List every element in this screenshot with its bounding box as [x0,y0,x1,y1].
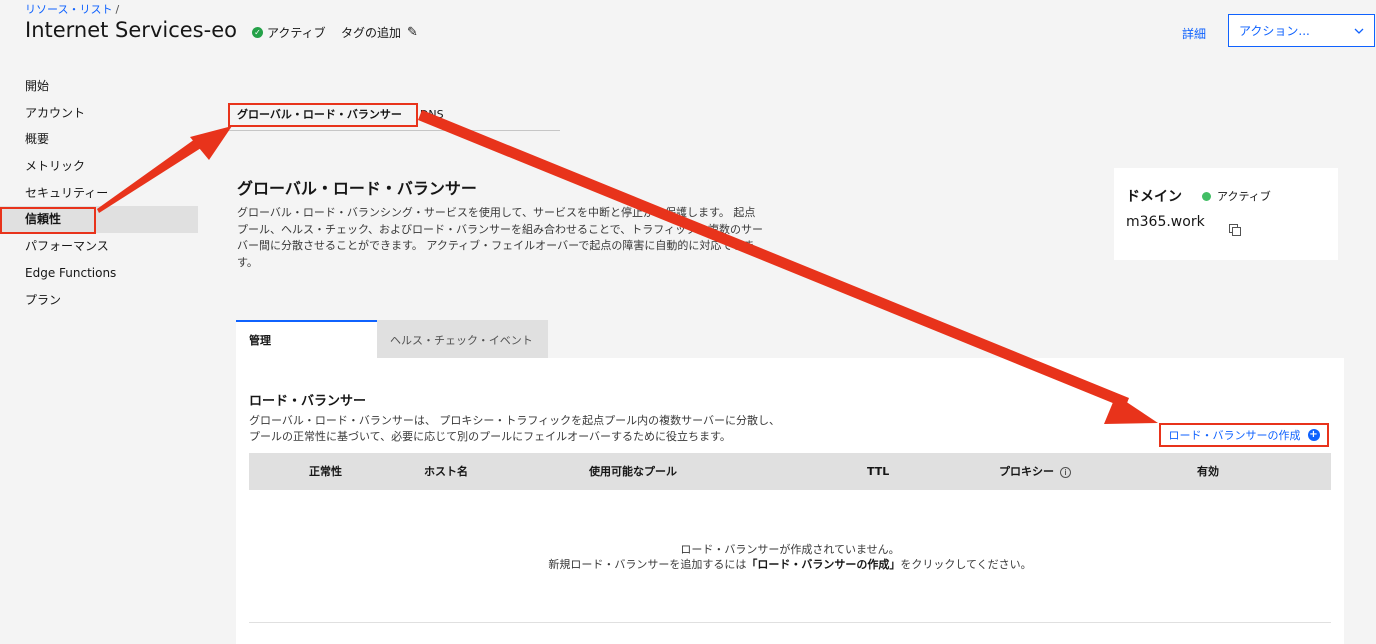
status-label: アクティブ [267,26,326,40]
sidebar-item-start[interactable]: 開始 [0,73,198,100]
details-link[interactable]: 詳細 [1182,25,1206,42]
column-proxy-label: プロキシー [999,465,1054,478]
status-dot-icon [1202,191,1211,201]
domain-card: ドメイン アクティブ m365.work [1114,168,1338,260]
empty-state-prefix: 新規ロード・バランサーを追加するには [548,558,747,571]
panel-description: グローバル・ロード・バランサーは、 プロキシー・トラフィックを起点プール内の複数… [249,413,809,445]
empty-state-line-2: 新規ロード・バランサーを追加するには「ロード・バランサーの作成」をクリックしてく… [236,557,1344,572]
sub-tabs: 管理 ヘルス・チェック・イベント [236,320,548,358]
table-header: 正常性 ホスト名 使用可能なプール TTL プロキシー i 有効 [249,453,1331,490]
sidebar-item-edge-functions[interactable]: Edge Functions [0,260,198,287]
tab-global-load-balancer[interactable]: グローバル・ロード・バランサー [228,101,411,130]
info-icon[interactable]: i [1060,466,1071,478]
column-proxy[interactable]: プロキシー i [999,453,1071,490]
tab-health-check-events[interactable]: ヘルス・チェック・イベント [377,320,548,358]
sidebar-item-account[interactable]: アカウント [0,100,198,127]
create-load-balancer-label: ロード・バランサーの作成 [1168,429,1301,442]
breadcrumb-resource-list[interactable]: リソース・リスト [25,3,112,16]
check-circle-icon: ✓ [252,27,263,38]
pencil-icon: ✎ [407,25,418,40]
tab-dns[interactable]: DNS [411,101,453,130]
empty-state-message: ロード・バランサーが作成されていません。 新規ロード・バランサーを追加するには「… [236,542,1344,572]
sidebar-item-reliability[interactable]: 信頼性 [0,206,198,234]
actions-label: アクション... [1239,24,1310,38]
empty-state-line-1: ロード・バランサーが作成されていません。 [680,543,900,556]
column-health[interactable]: 正常性 [309,453,342,490]
empty-state-emphasis: 「ロード・バランサーの作成」 [746,558,901,571]
sidebar-item-plan[interactable]: プラン [0,287,198,314]
add-tag-button[interactable]: タグの追加 ✎ [341,24,418,41]
section-title: グローバル・ロード・バランサー [237,179,477,198]
page-title: Internet Services-eo [25,18,237,42]
column-enabled[interactable]: 有効 [1197,453,1219,490]
status-badge: ✓ アクティブ [252,24,326,41]
load-balancer-panel: ロード・バランサー グローバル・ロード・バランサーは、 プロキシー・トラフィック… [236,358,1344,644]
sidebar-item-overview[interactable]: 概要 [0,126,198,153]
sidebar-item-security[interactable]: セキュリティー [0,180,198,207]
section-description: グローバル・ロード・バランシング・サービスを使用して、サービスを中断と停止から保… [237,206,764,269]
breadcrumb: リソース・リスト / [25,1,119,17]
add-tag-label: タグの追加 [341,26,402,40]
column-hostname[interactable]: ホスト名 [424,453,468,490]
top-tabs: グローバル・ロード・バランサー DNS [228,101,560,131]
actions-dropdown[interactable]: アクション... [1228,14,1375,47]
add-circle-icon: + [1307,429,1320,441]
panel-description-line-1: グローバル・ロード・バランサーは、 プロキシー・トラフィックを起点プール内の複数… [249,414,781,427]
sidebar: 開始 アカウント 概要 メトリック セキュリティー 信頼性 パフォーマンス Ed… [0,73,198,313]
create-load-balancer-button[interactable]: ロード・バランサーの作成 + [1159,423,1329,447]
domain-status: アクティブ [1202,188,1271,204]
sidebar-item-performance[interactable]: パフォーマンス [0,233,198,260]
domain-status-label: アクティブ [1217,190,1271,203]
panel-title: ロード・バランサー [249,394,367,409]
column-available-pools[interactable]: 使用可能なプール [589,453,677,490]
breadcrumb-separator: / [115,3,120,16]
panel-description-line-2: プールの正常性に基づいて、必要に応じて別のプールにフェイルオーバーするために役立… [249,430,731,443]
sidebar-item-metrics[interactable]: メトリック [0,153,198,180]
chevron-down-icon [1354,28,1364,34]
column-ttl[interactable]: TTL [867,453,889,490]
table-divider [249,622,1331,623]
domain-name: m365.work [1126,214,1205,230]
empty-state-suffix: をクリックしてください。 [900,558,1032,571]
copy-icon[interactable] [1228,223,1242,237]
tab-manage[interactable]: 管理 [236,320,377,358]
domain-label: ドメイン [1126,189,1182,205]
